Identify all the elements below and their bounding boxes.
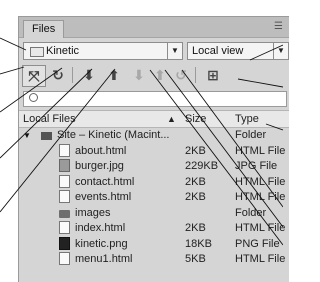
file-name: index.html [75,222,126,234]
site-select-value: Kinetic [46,45,80,57]
chevron-down-icon: ▼ [273,43,288,59]
site-icon [30,47,44,57]
sort-up-icon: ▲ [167,114,176,124]
connect-button[interactable]: ⤧ [22,65,46,87]
file-icon [59,236,70,250]
file-icon [59,143,70,157]
file-list: ▼ Site – Kinetic (Macint... Folder about.ht… [19,128,289,268]
file-name: about.html [75,144,127,157]
list-item[interactable]: about.html 2KB HTML File [19,143,289,160]
file-name: images [75,206,111,219]
files-toolbar: ⤧ ↻ ⬇ ⬆ ⬇ ⬆ ↺ ⊞ [19,63,289,89]
file-size: 2KB [185,175,206,188]
file-name: Site – Kinetic (Macint... [57,129,170,141]
list-item[interactable]: contact.html 2KB HTML File [19,174,289,191]
file-icon [59,174,70,188]
file-name: burger.jpg [75,160,124,172]
list-item[interactable]: index.html 2KB HTML File [19,221,289,237]
refresh-button[interactable]: ↻ [48,65,68,85]
file-name: contact.html [75,175,135,188]
site-select[interactable]: Kinetic ▼ [23,42,183,60]
check-out-button[interactable]: ⬇ [129,65,149,85]
list-item[interactable]: images Folder [19,206,289,222]
panel-tab-bar: Files ☰ [19,17,289,38]
get-files-button[interactable]: ⬇ [79,65,99,85]
file-size: 2KB [185,144,206,157]
refresh-icon: ↻ [52,67,64,83]
file-list-header: Local Files ▲ Size Type [19,110,289,128]
column-size[interactable]: Size [185,111,206,127]
file-type: HTML File [235,253,286,265]
file-size: 2KB [185,222,206,234]
file-type: Folder [235,129,267,141]
synchronize-icon: ↺ [175,67,187,83]
put-files-button[interactable]: ⬆ [104,65,124,85]
panel-menu-icon[interactable]: ☰ [274,21,283,32]
file-type: HTML File [235,222,286,234]
expand-triangle-icon[interactable]: ▼ [23,128,31,144]
file-type: Folder [235,206,267,219]
list-item[interactable]: kinetic.png 18KB PNG File [19,236,289,253]
folder-icon [59,209,70,218]
folder-icon [41,132,52,140]
file-icon [59,252,70,265]
expand-button[interactable]: ⊞ [203,65,223,85]
synchronize-button[interactable]: ↺ [171,65,191,85]
list-item[interactable]: menu1.html 5KB HTML File [19,252,289,268]
put-files-icon: ⬆ [108,67,120,83]
search-input[interactable] [23,91,287,107]
file-size: 229KB [185,160,219,172]
connect-icon: ⤧ [28,68,40,84]
column-type[interactable]: Type [235,111,259,127]
check-in-icon: ⬆ [154,67,166,83]
list-item[interactable]: ▼ Site – Kinetic (Macint... Folder [19,128,289,144]
file-icon [59,190,70,203]
file-type: PNG File [235,237,280,250]
file-type: HTML File [235,175,286,188]
view-select[interactable]: Local view ▼ [187,42,289,60]
file-name: menu1.html [75,253,133,265]
file-type: JPG File [235,160,278,172]
file-size: 18KB [185,237,212,250]
file-type: HTML File [235,191,286,203]
file-name: events.html [75,191,132,203]
files-panel: Files ☰ Kinetic ▼ Local view ▼ ⤧ ↻ ⬇ ⬆ ⬇… [18,16,289,282]
search-icon [29,93,38,102]
file-name: kinetic.png [75,237,128,250]
expand-icon: ⊞ [207,67,219,83]
file-icon [59,221,70,234]
chevron-down-icon: ▼ [167,43,182,59]
column-local-files[interactable]: Local Files [23,111,76,127]
toolbar-divider [72,67,73,83]
list-item[interactable]: burger.jpg 229KB JPG File [19,159,289,175]
file-type: HTML File [235,144,286,157]
file-size: 5KB [185,253,206,265]
files-tab[interactable]: Files [23,20,65,38]
list-item[interactable]: events.html 2KB HTML File [19,190,289,206]
check-out-icon: ⬇ [133,67,145,83]
file-icon [59,159,70,172]
view-select-value: Local view [192,45,244,57]
toolbar-divider [195,67,196,83]
check-in-button[interactable]: ⬆ [150,65,170,85]
get-files-icon: ⬇ [83,67,95,83]
file-size: 2KB [185,191,206,203]
